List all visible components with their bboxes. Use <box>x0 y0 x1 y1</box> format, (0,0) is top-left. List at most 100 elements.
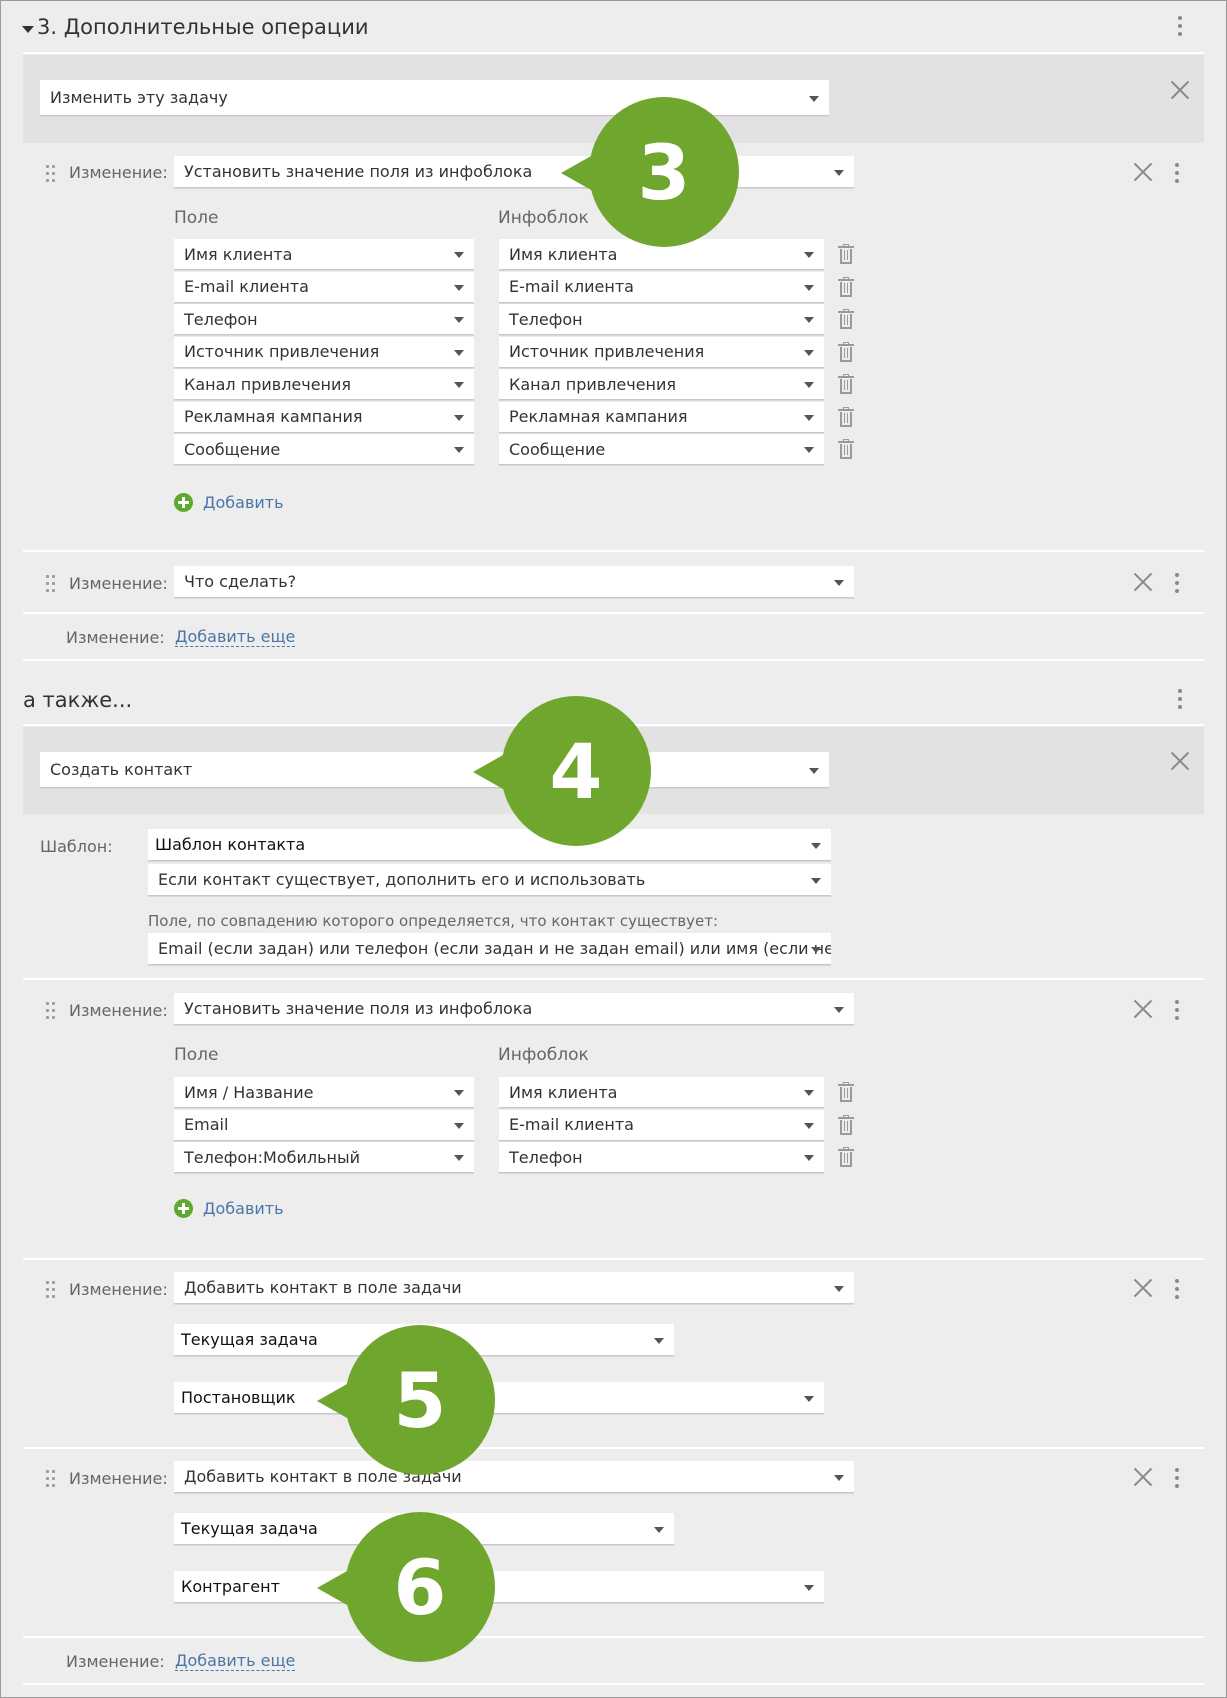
dropdown-arrow-icon <box>454 1090 464 1096</box>
change-menu-icon[interactable] <box>1174 1000 1180 1020</box>
delete-row-icon[interactable] <box>838 406 854 427</box>
change-type-select[interactable]: Что сделать? <box>174 566 854 598</box>
template-label: Шаблон: <box>40 837 113 856</box>
field-select[interactable]: Имя / Название <box>174 1077 474 1108</box>
field-select[interactable]: Сообщение <box>174 434 474 465</box>
dropdown-arrow-icon <box>454 349 464 356</box>
delete-row-icon[interactable] <box>838 1114 854 1135</box>
divider <box>23 52 1204 54</box>
iblock-select[interactable]: Телефон <box>499 1142 824 1173</box>
field-select[interactable]: Телефон <box>174 304 474 335</box>
target-field-select[interactable]: Постановщик <box>174 1382 824 1414</box>
change-type-select[interactable]: Добавить контакт в поле задачи <box>174 1461 854 1493</box>
add-mapping-button[interactable]: Добавить <box>174 493 284 512</box>
template-select[interactable]: Шаблон контакта <box>148 829 831 861</box>
change-label: Изменение: <box>69 574 168 593</box>
section-menu-icon[interactable] <box>1177 16 1183 36</box>
section-title: а также... <box>23 688 133 712</box>
dropdown-arrow-icon <box>454 1155 464 1161</box>
divider <box>23 612 1204 614</box>
dropdown-arrow-icon <box>811 842 821 849</box>
dropdown-arrow-icon <box>454 414 464 421</box>
delete-row-icon[interactable] <box>838 341 854 362</box>
add-more-link[interactable]: Добавить еще <box>175 1652 296 1671</box>
close-icon[interactable] <box>1169 750 1191 772</box>
action-select[interactable]: Создать контакт <box>40 752 829 788</box>
delete-row-icon[interactable] <box>838 1147 854 1167</box>
dropdown-arrow-icon <box>811 946 821 953</box>
remove-change-icon[interactable] <box>1132 161 1154 183</box>
change-label: Изменение: <box>69 1001 168 1020</box>
dropdown-arrow-icon <box>804 1584 814 1591</box>
change-type-select[interactable]: Добавить контакт в поле задачи <box>174 1272 854 1304</box>
add-more-link[interactable]: Добавить еще <box>175 628 296 647</box>
divider <box>23 1636 1204 1638</box>
close-icon[interactable] <box>1169 79 1191 101</box>
change-menu-icon[interactable] <box>1174 163 1180 183</box>
field-select[interactable]: Канал привлечения <box>174 369 474 400</box>
collapse-caret-icon[interactable] <box>22 26 34 33</box>
dropdown-arrow-icon <box>804 1090 814 1096</box>
iblock-select[interactable]: Источник привлечения <box>499 336 824 368</box>
delete-row-icon[interactable] <box>838 309 854 329</box>
iblock-select[interactable]: E-mail клиента <box>499 1109 824 1141</box>
drag-handle-icon[interactable] <box>46 165 56 183</box>
change-label: Изменение: <box>69 1469 168 1488</box>
section-menu-icon[interactable] <box>1177 689 1183 709</box>
add-mapping-button[interactable]: Добавить <box>174 1199 284 1218</box>
dropdown-arrow-icon <box>804 349 814 356</box>
field-select[interactable]: Рекламная кампания <box>174 401 474 433</box>
drag-handle-icon[interactable] <box>46 575 56 593</box>
drag-handle-icon[interactable] <box>46 1281 56 1299</box>
remove-change-icon[interactable] <box>1132 571 1154 593</box>
change-type-select[interactable]: Установить значение поля из инфоблока <box>174 156 854 188</box>
exists-behaviour-select[interactable]: Если контакт существует, дополнить его и… <box>148 864 831 896</box>
target-field-select[interactable]: Контрагент <box>174 1571 824 1603</box>
remove-change-icon[interactable] <box>1132 1277 1154 1299</box>
divider <box>23 1683 1204 1685</box>
drag-handle-icon[interactable] <box>46 1002 56 1020</box>
change-menu-icon[interactable] <box>1174 573 1180 593</box>
delete-row-icon[interactable] <box>838 276 854 297</box>
change-label: Изменение: <box>66 628 165 647</box>
iblock-select[interactable]: Канал привлечения <box>499 369 824 400</box>
change-menu-icon[interactable] <box>1174 1279 1180 1299</box>
delete-row-icon[interactable] <box>838 439 854 459</box>
match-field-hint: Поле, по совпадению которого определяетс… <box>148 912 719 930</box>
dropdown-arrow-icon <box>834 579 844 586</box>
dropdown-arrow-icon <box>834 1006 844 1013</box>
action-select[interactable]: Изменить эту задачу <box>40 80 829 116</box>
change-type-select[interactable]: Установить значение поля из инфоблока <box>174 993 854 1025</box>
iblock-select[interactable]: E-mail клиента <box>499 271 824 303</box>
dropdown-arrow-icon <box>454 252 464 258</box>
divider <box>23 1258 1204 1260</box>
delete-row-icon[interactable] <box>838 374 854 394</box>
remove-change-icon[interactable] <box>1132 1466 1154 1488</box>
drag-handle-icon[interactable] <box>46 1470 56 1488</box>
dropdown-arrow-icon <box>811 877 821 884</box>
dropdown-arrow-icon <box>804 382 814 388</box>
dropdown-arrow-icon <box>454 1122 464 1129</box>
change-menu-icon[interactable] <box>1174 1468 1180 1488</box>
dropdown-arrow-icon <box>804 414 814 421</box>
dropdown-arrow-icon <box>654 1526 664 1533</box>
iblock-select[interactable]: Телефон <box>499 304 824 335</box>
match-field-select[interactable]: Email (если задан) или телефон (если зад… <box>148 933 831 965</box>
iblock-select[interactable]: Имя клиента <box>499 1077 824 1108</box>
column-header-iblock: Инфоблок <box>498 208 589 228</box>
change-label: Изменение: <box>69 1280 168 1299</box>
field-select[interactable]: Имя клиента <box>174 239 474 270</box>
plus-icon <box>174 493 193 512</box>
field-select[interactable]: Источник привлечения <box>174 336 474 368</box>
delete-row-icon[interactable] <box>838 244 854 264</box>
field-select[interactable]: E-mail клиента <box>174 271 474 303</box>
iblock-select[interactable]: Рекламная кампания <box>499 401 824 433</box>
field-select[interactable]: Телефон:Мобильный <box>174 1142 474 1173</box>
dropdown-arrow-icon <box>809 95 819 102</box>
iblock-select[interactable]: Сообщение <box>499 434 824 465</box>
dropdown-arrow-icon <box>804 317 814 323</box>
remove-change-icon[interactable] <box>1132 998 1154 1020</box>
divider <box>23 978 1204 980</box>
field-select[interactable]: Email <box>174 1109 474 1141</box>
delete-row-icon[interactable] <box>838 1082 854 1102</box>
